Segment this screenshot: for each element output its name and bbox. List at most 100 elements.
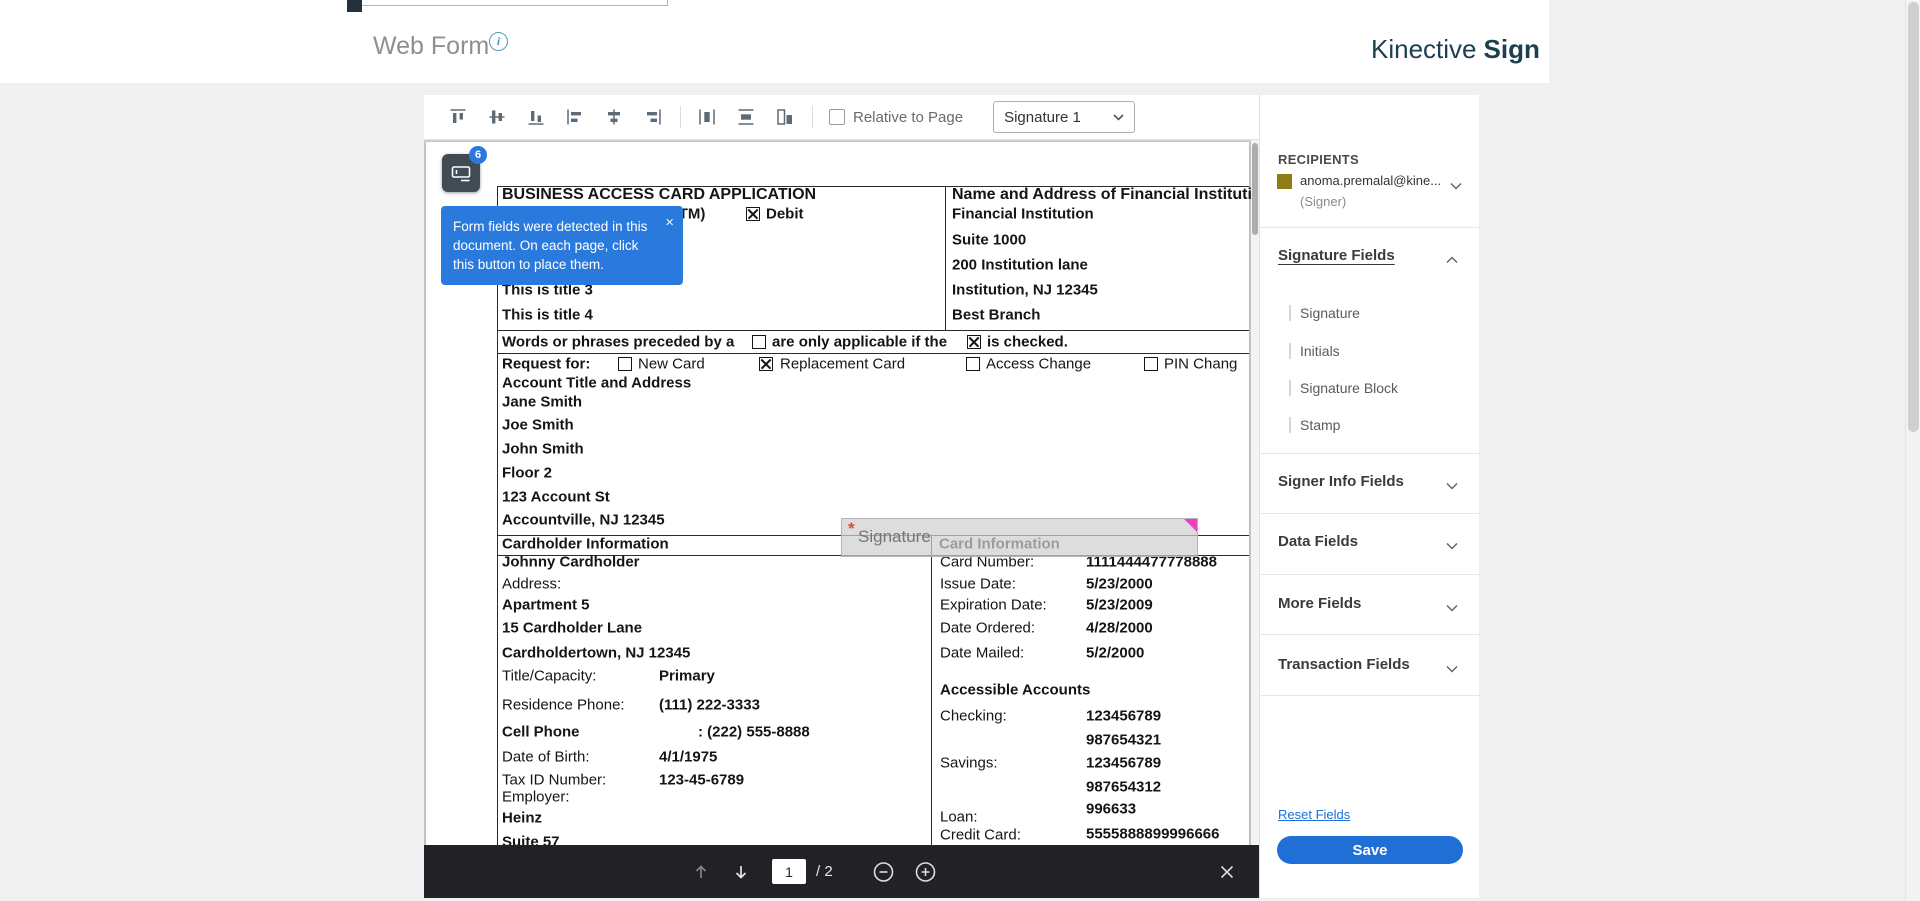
- window-scrollbar-thumb[interactable]: [1908, 2, 1919, 432]
- field-item-label: Signature Block: [1300, 380, 1398, 396]
- chevron-down-icon[interactable]: [1446, 660, 1458, 678]
- next-page-button[interactable]: [732, 863, 750, 881]
- field-select-dropdown[interactable]: Signature 1: [993, 101, 1135, 133]
- distribute-vertically-icon[interactable]: [732, 103, 760, 131]
- form-rule: [497, 330, 1249, 331]
- recipient-role: (Signer): [1300, 194, 1346, 209]
- sidebar-divider: [1260, 227, 1480, 228]
- info-icon[interactable]: i: [489, 32, 508, 51]
- doc-label: Expiration Date:: [940, 597, 1047, 614]
- sidebar-divider: [1260, 634, 1480, 635]
- document-scrollbar: [1251, 140, 1259, 845]
- field-select-value: Signature 1: [1004, 109, 1081, 126]
- chevron-down-icon[interactable]: [1450, 177, 1462, 195]
- doc-value: 987654321: [1086, 732, 1161, 749]
- clipped-browser-element-square: [347, 0, 362, 12]
- distribute-horizontally-icon[interactable]: [693, 103, 721, 131]
- doc-text: Floor 2: [502, 465, 552, 482]
- doc-text: John Smith: [502, 441, 584, 458]
- tooltip-close-icon[interactable]: ×: [665, 212, 674, 233]
- doc-section-header: Cardholder Information: [502, 536, 669, 553]
- form-rule: [931, 535, 932, 847]
- doc-text: Debit: [766, 206, 804, 223]
- doc-text: Accountville, NJ 12345: [502, 512, 665, 529]
- zoom-in-button[interactable]: [914, 860, 937, 883]
- sidebar-divider: [1260, 453, 1480, 454]
- doc-label: Issue Date:: [940, 576, 1016, 593]
- doc-value: : (222) 555-8888: [698, 724, 810, 741]
- doc-text: Financial Institution: [952, 206, 1094, 223]
- checkbox-pin-change: [1144, 357, 1158, 371]
- doc-text: New Card: [638, 356, 705, 373]
- section-signature-fields[interactable]: Signature Fields: [1278, 247, 1395, 264]
- checkbox-sample-checked: [967, 335, 981, 349]
- signature-field-overlay[interactable]: * Signature: [841, 518, 1198, 557]
- section-data-fields[interactable]: Data Fields: [1278, 533, 1358, 550]
- doc-value: 15 Cardholder Lane: [502, 620, 642, 637]
- align-horizontal-center-icon[interactable]: [600, 103, 628, 131]
- save-button[interactable]: Save: [1277, 836, 1463, 864]
- doc-value: 4/1/1975: [659, 749, 717, 766]
- chevron-down-icon[interactable]: [1446, 537, 1458, 555]
- chevron-up-icon[interactable]: [1446, 251, 1458, 269]
- align-vertical-center-icon[interactable]: [483, 103, 511, 131]
- doc-value: Apartment 5: [502, 597, 590, 614]
- arrow-down-icon: [732, 863, 750, 881]
- align-bottom-icon[interactable]: [522, 103, 550, 131]
- brand-logo: KinectiveSign: [1371, 34, 1540, 65]
- field-corner-handle[interactable]: [1184, 519, 1197, 532]
- doc-section-header: Accessible Accounts: [940, 682, 1090, 699]
- recipient-email[interactable]: anoma.premalal@kine...: [1300, 173, 1441, 188]
- relative-to-page-checkbox[interactable]: [829, 109, 845, 125]
- doc-text: 123 Account St: [502, 489, 610, 506]
- zoom-out-button[interactable]: [872, 860, 895, 883]
- align-right-icon[interactable]: [639, 103, 667, 131]
- match-size-icon[interactable]: [771, 103, 799, 131]
- align-top-icon[interactable]: [444, 103, 472, 131]
- page-title: Web Form: [373, 32, 489, 61]
- doc-value: 4/28/2000: [1086, 620, 1153, 637]
- section-signer-info-fields[interactable]: Signer Info Fields: [1278, 473, 1404, 490]
- field-item-signature-block[interactable]: Signature Block: [1289, 380, 1398, 396]
- chevron-down-icon[interactable]: [1446, 477, 1458, 495]
- page-number-input[interactable]: 1: [772, 859, 806, 884]
- align-left-icon[interactable]: [561, 103, 589, 131]
- app-root: { "header": { "title": "Web Form", "info…: [0, 0, 1920, 901]
- doc-label: Checking:: [940, 708, 1007, 725]
- previous-page-button[interactable]: [692, 863, 710, 881]
- document-scrollbar-thumb[interactable]: [1252, 143, 1258, 235]
- recipient-color-swatch: [1277, 174, 1292, 189]
- doc-label: Tax ID Number:: [502, 772, 606, 789]
- chevron-down-icon[interactable]: [1446, 599, 1458, 617]
- doc-label: Request for:: [502, 356, 590, 373]
- checkbox-replacement-card: [759, 357, 773, 371]
- relative-to-page-toggle[interactable]: Relative to Page: [829, 109, 963, 126]
- checkbox-new-card: [618, 357, 632, 371]
- section-more-fields[interactable]: More Fields: [1278, 595, 1361, 612]
- field-item-signature[interactable]: Signature: [1289, 305, 1360, 321]
- drag-handle: [1289, 305, 1291, 321]
- doc-label: Date of Birth:: [502, 749, 590, 766]
- doc-text: Institution, NJ 12345: [952, 282, 1098, 299]
- close-viewer-button[interactable]: [1219, 864, 1235, 880]
- section-transaction-fields[interactable]: Transaction Fields: [1278, 656, 1410, 673]
- doc-label: Cell Phone: [502, 724, 580, 741]
- brand-name: Kinective: [1371, 34, 1477, 64]
- field-item-stamp[interactable]: Stamp: [1289, 417, 1340, 433]
- doc-label: Title/Capacity:: [502, 668, 596, 685]
- toolbar-separator: [812, 106, 813, 128]
- reset-fields-link[interactable]: Reset Fields: [1278, 807, 1350, 822]
- doc-value: 5/23/2000: [1086, 576, 1153, 593]
- form-rule: [497, 186, 498, 847]
- brand-product: Sign: [1484, 34, 1540, 64]
- doc-value: Cardholdertown, NJ 12345: [502, 645, 690, 662]
- field-alignment-toolbar: Relative to Page Signature 1: [424, 95, 1259, 140]
- doc-value: (111) 222-3333: [659, 697, 760, 714]
- doc-label: Address:: [502, 576, 561, 593]
- field-item-initials[interactable]: Initials: [1289, 343, 1340, 359]
- info-icon-glyph: i: [497, 34, 500, 49]
- doc-value: 123-45-6789: [659, 772, 744, 789]
- doc-label: Employer:: [502, 789, 570, 806]
- place-detected-fields-button[interactable]: 6: [442, 154, 480, 192]
- signature-field-label: Signature: [858, 527, 931, 547]
